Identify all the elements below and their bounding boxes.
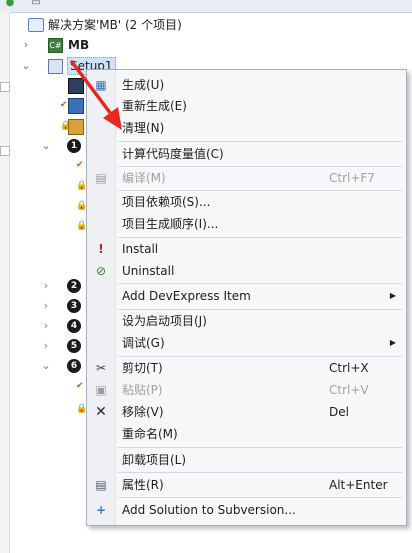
chevron-right-icon[interactable]: › <box>20 35 32 55</box>
menu-item-label: 重命名(M) <box>122 427 178 441</box>
menu-item-label: 粘贴(P) <box>122 383 163 397</box>
menu-item-label: 清理(N) <box>122 121 165 135</box>
menu-item-unload-project[interactable]: 卸载项目(L) <box>87 450 406 470</box>
menu-item-shortcut: Ctrl+V <box>329 383 369 397</box>
properties-icon: ▤ <box>95 478 107 492</box>
toolbar-strip: ● ▭ <box>0 0 412 13</box>
menu-item-build-order[interactable]: 项目生成顺序(I)... <box>87 214 406 234</box>
menu-item-clean[interactable]: 清理(N) <box>87 118 406 138</box>
menu-item-uninstall[interactable]: ⊘ Uninstall <box>87 261 406 281</box>
setup-project-icon <box>48 59 63 74</box>
menu-item-label: Add DevExpress Item <box>122 289 251 303</box>
menu-separator <box>118 472 402 473</box>
menu-item-label: 卸载项目(L) <box>122 453 187 467</box>
menu-item-label: 项目依赖项(S)... <box>122 195 211 209</box>
menu-separator <box>118 283 402 284</box>
paste-icon: ▣ <box>95 383 107 397</box>
left-margin-strip <box>0 12 10 553</box>
numbered-node-icon[interactable]: 5 <box>67 339 81 353</box>
node-icon <box>68 78 84 94</box>
numbered-node-icon[interactable]: 4 <box>67 319 81 333</box>
menu-item-compile[interactable]: ▤ 编译(M) Ctrl+F7 <box>87 168 406 188</box>
menu-separator <box>118 190 402 191</box>
menu-item-label: 项目生成顺序(I)... <box>122 217 219 231</box>
menu-item-paste[interactable]: ▣ 粘贴(P) Ctrl+V <box>87 380 406 400</box>
chevron-down-icon[interactable]: ⌄ <box>20 56 32 76</box>
menu-item-label: 剪切(T) <box>122 361 163 375</box>
tree-solution-node[interactable]: 解决方案'MB' (2 个项目) <box>26 15 406 35</box>
menu-item-label: 重新生成(E) <box>122 99 187 113</box>
menu-item-add-devexpress[interactable]: Add DevExpress Item ▶ <box>87 286 406 306</box>
numbered-node-icon[interactable]: 3 <box>67 299 81 313</box>
submenu-arrow-icon: ▶ <box>389 338 396 347</box>
numbered-node-icon[interactable]: 1 <box>67 139 81 153</box>
refresh-icon[interactable]: ● <box>4 0 16 9</box>
menu-separator <box>118 447 402 448</box>
menu-separator <box>118 237 402 238</box>
uninstall-icon: ⊘ <box>95 264 107 278</box>
menu-item-add-to-subversion[interactable]: + Add Solution to Subversion... <box>87 500 406 520</box>
remove-icon: ✕ <box>95 404 107 420</box>
scissors-icon: ✂ <box>95 361 107 375</box>
csharp-project-icon: C# <box>48 38 63 53</box>
chevron-right-icon[interactable]: › <box>40 296 52 316</box>
menu-item-debug[interactable]: 调试(G) ▶ <box>87 333 406 353</box>
menu-separator <box>118 356 402 357</box>
menu-item-label: 调试(G) <box>122 336 165 350</box>
context-menu: ▦ 生成(U) 重新生成(E) 清理(N) 计算代码度量值(C) ▤ 编译(M)… <box>86 69 407 526</box>
menu-item-rebuild[interactable]: 重新生成(E) <box>87 96 406 116</box>
menu-separator <box>118 309 402 310</box>
compile-icon: ▤ <box>95 171 107 185</box>
checkmark-icon: ✔ <box>60 100 68 110</box>
menu-item-label: 编译(M) <box>122 171 166 185</box>
plus-icon: + <box>95 503 107 517</box>
menu-item-label: 计算代码度量值(C) <box>122 147 224 161</box>
menu-item-project-dependencies[interactable]: 项目依赖项(S)... <box>87 192 406 212</box>
numbered-node-icon[interactable]: 6 <box>67 359 81 373</box>
menu-item-install[interactable]: ! Install <box>87 239 406 259</box>
tree-project-mb[interactable]: › C# MB <box>20 35 400 55</box>
menu-separator <box>118 141 402 142</box>
menu-item-shortcut: Del <box>329 405 349 419</box>
menu-item-shortcut: Alt+Enter <box>329 478 388 492</box>
menu-item-label: 设为启动项目(J) <box>122 314 207 328</box>
menu-item-label: Install <box>122 242 159 256</box>
view-icon[interactable]: ▭ <box>30 0 42 9</box>
menu-item-build[interactable]: ▦ 生成(U) <box>87 75 406 95</box>
node-icon <box>68 119 84 135</box>
chevron-down-icon[interactable]: ⌄ <box>40 356 52 376</box>
menu-item-rename[interactable]: 重命名(M) <box>87 424 406 444</box>
solution-icon <box>28 18 44 32</box>
solution-label: 解决方案'MB' (2 个项目) <box>48 18 182 32</box>
exclamation-icon: ! <box>98 242 104 256</box>
margin-marker <box>0 146 10 156</box>
menu-item-label: Add Solution to Subversion... <box>122 503 296 517</box>
node-icon <box>68 98 84 114</box>
menu-item-set-startup[interactable]: 设为启动项目(J) <box>87 311 406 331</box>
menu-item-remove[interactable]: ✕ 移除(V) Del <box>87 402 406 422</box>
menu-item-label: Uninstall <box>122 264 175 278</box>
submenu-arrow-icon: ▶ <box>389 291 396 300</box>
chevron-right-icon[interactable]: › <box>40 336 52 356</box>
margin-marker <box>0 82 10 92</box>
menu-item-properties[interactable]: ▤ 属性(R) Alt+Enter <box>87 475 406 495</box>
menu-item-label: 属性(R) <box>122 478 164 492</box>
numbered-node-icon[interactable]: 2 <box>67 279 81 293</box>
chevron-down-icon[interactable]: ⌄ <box>40 136 52 156</box>
checkmark-icon: ✔ <box>76 381 84 391</box>
chevron-right-icon[interactable]: › <box>40 316 52 336</box>
chevron-right-icon[interactable]: › <box>40 276 52 296</box>
menu-item-label: 移除(V) <box>122 405 164 419</box>
menu-item-label: 生成(U) <box>122 78 165 92</box>
menu-item-cut[interactable]: ✂ 剪切(T) Ctrl+X <box>87 358 406 378</box>
project-mb-label: MB <box>68 38 90 52</box>
menu-separator <box>118 497 402 498</box>
checkmark-icon: ✔ <box>76 160 84 170</box>
menu-item-shortcut: Ctrl+X <box>329 361 369 375</box>
build-icon: ▦ <box>95 78 107 92</box>
menu-item-code-metrics[interactable]: 计算代码度量值(C) <box>87 144 406 164</box>
menu-item-shortcut: Ctrl+F7 <box>329 171 375 185</box>
menu-separator <box>118 166 402 167</box>
